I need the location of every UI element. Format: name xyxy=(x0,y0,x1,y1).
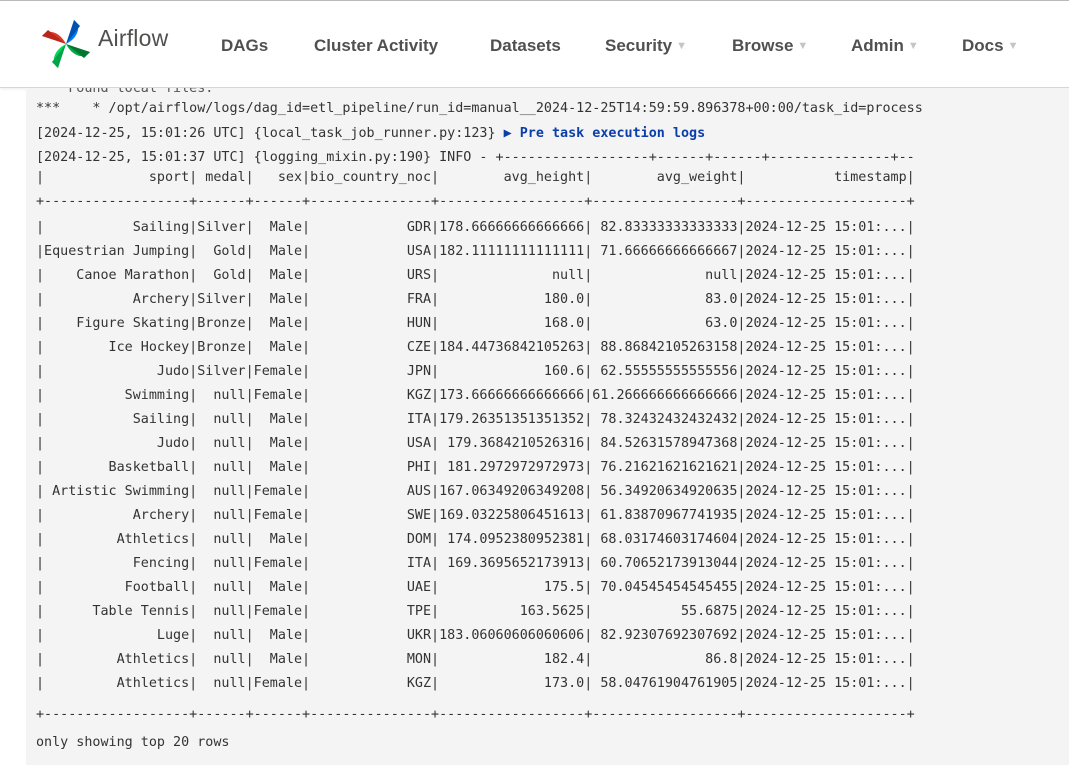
log-line-path: *** * /opt/airflow/logs/dag_id=etl_pipel… xyxy=(36,101,923,116)
navbar: Airflow DAGs Cluster Activity Datasets S… xyxy=(0,1,1069,88)
table-row: | Table Tennis| null|Female| TPE| 163.56… xyxy=(36,604,915,619)
table-row: | Sailing| null| Male| ITA|179.263513513… xyxy=(36,412,915,427)
table-separator-bottom: +------------------+------+------+------… xyxy=(36,707,915,722)
nav-admin[interactable]: Admin ▼ xyxy=(851,36,919,56)
table-row: | Athletics| null|Female| KGZ| 173.0| 58… xyxy=(36,676,915,691)
log-footer: only showing top 20 rows xyxy=(36,735,230,750)
table-row: | Fencing| null|Female| ITA| 169.3695652… xyxy=(36,556,915,571)
nav-docs[interactable]: Docs ▼ xyxy=(962,36,1018,56)
nav-cluster-activity[interactable]: Cluster Activity xyxy=(314,36,438,56)
chevron-down-icon: ▼ xyxy=(1007,40,1019,52)
table-row: | Basketball| null| Male| PHI| 181.29729… xyxy=(36,460,915,475)
table-row: | Archery|Silver| Male| FRA| 180.0| 83.0… xyxy=(36,292,915,307)
brand-link[interactable]: Airflow xyxy=(40,18,168,70)
nav-browse-label: Browse xyxy=(732,36,794,55)
table-row: | Figure Skating|Bronze| Male| HUN| 168.… xyxy=(36,316,915,331)
nav-admin-label: Admin xyxy=(851,36,904,55)
brand-name: Airflow xyxy=(98,24,169,51)
table-row: | Athletics| null| Male| DOM| 174.095238… xyxy=(36,532,915,547)
table-row: | Judo| null| Male| USA| 179.36842105263… xyxy=(36,436,915,451)
nav-dags-label: DAGs xyxy=(221,36,269,55)
log-viewer[interactable]: Found local files: *** * /opt/airflow/lo… xyxy=(26,88,1069,765)
nav-browse[interactable]: Browse ▼ xyxy=(732,36,808,56)
table-row: | Sailing|Silver| Male| GDR|178.66666666… xyxy=(36,220,915,235)
log-line-info: [2024-12-25, 15:01:37 UTC] {logging_mixi… xyxy=(36,150,915,165)
nav-docs-label: Docs xyxy=(962,36,1004,55)
nav-cluster-activity-label: Cluster Activity xyxy=(314,36,439,55)
table-row: | Judo|Silver|Female| JPN| 160.6| 62.555… xyxy=(36,364,915,379)
table-row: | Athletics| null| Male| MON| 182.4| 86.… xyxy=(36,652,915,667)
table-row: |Equestrian Jumping| Gold| Male| USA|182… xyxy=(36,244,915,259)
nav-datasets[interactable]: Datasets xyxy=(490,36,561,56)
table-separator: +------------------+------+------+------… xyxy=(36,194,915,209)
table-row: | Ice Hockey|Bronze| Male| CZE|184.44736… xyxy=(36,340,915,355)
table-row: | Swimming| null|Female| KGZ|173.6666666… xyxy=(36,388,915,403)
pre-task-prefix: [2024-12-25, 15:01:26 UTC] {local_task_j… xyxy=(36,126,504,141)
chevron-down-icon: ▼ xyxy=(797,40,809,52)
log-line-cut: Found local files: xyxy=(36,88,214,96)
table-row: | Archery| null|Female| SWE|169.03225806… xyxy=(36,508,915,523)
nav-dags[interactable]: DAGs xyxy=(221,36,268,56)
nav-security[interactable]: Security ▼ xyxy=(605,36,687,56)
nav-security-label: Security xyxy=(605,36,673,55)
table-header-row: | sport| medal| sex|bio_country_noc| avg… xyxy=(36,170,915,185)
table-row: | Football| null| Male| UAE| 175.5| 70.0… xyxy=(36,580,915,595)
airflow-logo-icon xyxy=(42,20,90,68)
log-line-pre-task: [2024-12-25, 15:01:26 UTC] {local_task_j… xyxy=(36,124,705,144)
chevron-down-icon: ▼ xyxy=(907,40,919,52)
table-row: | Canoe Marathon| Gold| Male| URS| null|… xyxy=(36,268,915,283)
table-row: | Luge| null| Male| UKR|183.060606060606… xyxy=(36,628,915,643)
chevron-down-icon: ▼ xyxy=(676,40,687,52)
table-row: | Artistic Swimming| null|Female| AUS|16… xyxy=(36,484,915,499)
pre-task-toggle[interactable]: ▶ Pre task execution logs xyxy=(504,126,706,141)
nav-datasets-label: Datasets xyxy=(490,36,561,55)
